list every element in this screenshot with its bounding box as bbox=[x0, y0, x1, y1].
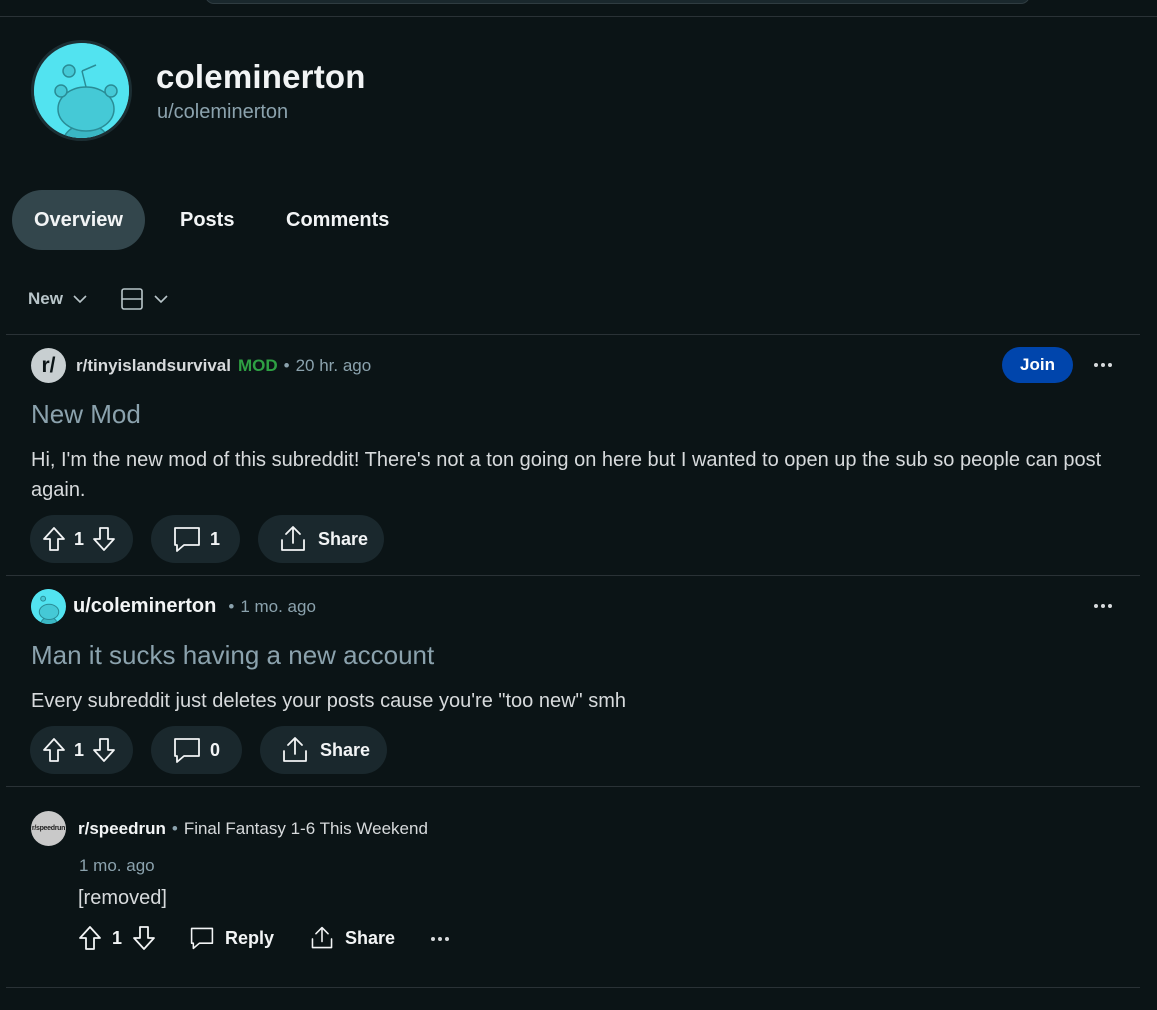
post-body[interactable]: Hi, I'm the new mod of this subreddit! T… bbox=[31, 445, 1111, 505]
profile-display-name: coleminerton bbox=[156, 58, 366, 95]
upvote-icon[interactable] bbox=[78, 925, 102, 951]
share-button[interactable]: Share bbox=[258, 515, 384, 563]
downvote-icon[interactable] bbox=[132, 925, 156, 951]
post-meta: r/ r/tinyislandsurvival MOD • 20 hr. ago bbox=[31, 348, 371, 383]
sort-dropdown[interactable]: New bbox=[28, 286, 87, 312]
upvote-icon[interactable] bbox=[42, 526, 66, 552]
comment-meta: r/speedrun • Final Fantasy 1-6 This Week… bbox=[78, 819, 428, 839]
comments-button[interactable]: 1 bbox=[151, 515, 240, 563]
user-avatar[interactable] bbox=[31, 589, 66, 624]
top-bar bbox=[0, 0, 1157, 17]
comment-count: 1 bbox=[210, 528, 221, 549]
vote-count: 1 bbox=[74, 528, 85, 549]
separator-dot: • bbox=[171, 819, 178, 838]
share-label: Share bbox=[345, 927, 396, 948]
separator-dot: • bbox=[228, 596, 235, 616]
comment-count: 0 bbox=[210, 739, 221, 760]
more-options-icon[interactable] bbox=[1088, 353, 1118, 377]
chevron-down-icon bbox=[154, 294, 168, 303]
share-icon bbox=[281, 526, 305, 551]
comment-bubble-icon bbox=[174, 527, 200, 552]
share-button[interactable]: Share bbox=[309, 925, 395, 951]
post-title[interactable]: Man it sucks having a new account bbox=[31, 640, 434, 671]
post-time: 20 hr. ago bbox=[295, 355, 372, 375]
tab-comments[interactable]: Comments bbox=[264, 190, 411, 250]
share-label: Share bbox=[320, 739, 371, 760]
snoo-avatar-icon bbox=[34, 43, 129, 138]
reply-button[interactable]: Reply bbox=[189, 925, 274, 951]
share-button[interactable]: Share bbox=[260, 726, 387, 774]
author-link[interactable]: u/coleminerton bbox=[73, 595, 216, 618]
upvote-icon[interactable] bbox=[42, 737, 66, 763]
subreddit-link[interactable]: r/speedrun bbox=[78, 819, 166, 839]
downvote-icon[interactable] bbox=[92, 737, 116, 763]
search-bar[interactable] bbox=[205, 0, 1030, 4]
post-time: 1 mo. ago bbox=[240, 596, 316, 616]
subreddit-icon[interactable]: r/speedrun bbox=[31, 811, 66, 846]
vote-count: 1 bbox=[74, 739, 85, 760]
profile-avatar bbox=[31, 40, 132, 141]
view-layout-dropdown[interactable] bbox=[120, 286, 168, 312]
downvote-icon[interactable] bbox=[92, 526, 116, 552]
reply-label: Reply bbox=[225, 927, 275, 948]
divider bbox=[6, 334, 1140, 335]
more-options-icon[interactable] bbox=[425, 927, 455, 951]
divider bbox=[6, 575, 1140, 576]
mod-badge: MOD bbox=[237, 355, 278, 375]
comment-time: 1 mo. ago bbox=[79, 856, 155, 875]
tab-overview[interactable]: Overview bbox=[12, 190, 145, 250]
divider bbox=[6, 987, 1140, 988]
comments-button[interactable]: 0 bbox=[151, 726, 242, 774]
share-icon bbox=[311, 926, 333, 949]
share-icon bbox=[283, 737, 307, 762]
post-title[interactable]: New Mod bbox=[31, 399, 141, 430]
share-label: Share bbox=[318, 528, 369, 549]
chevron-down-icon bbox=[73, 294, 87, 303]
comment-bubble-icon bbox=[174, 738, 200, 763]
comment-vote-control: 1 bbox=[78, 925, 156, 951]
divider bbox=[6, 786, 1140, 787]
subreddit-icon[interactable]: r/ bbox=[31, 348, 66, 383]
vote-count: 1 bbox=[112, 927, 123, 948]
profile-username: u/coleminerton bbox=[157, 101, 289, 123]
post-body[interactable]: Every subreddit just deletes your posts … bbox=[31, 686, 1111, 716]
sort-label: New bbox=[28, 289, 63, 308]
comment-post-title[interactable]: Final Fantasy 1-6 This Weekend bbox=[184, 819, 428, 839]
separator-dot: • bbox=[283, 355, 290, 375]
vote-control: 1 bbox=[30, 726, 133, 774]
card-layout-icon bbox=[121, 288, 143, 310]
tab-posts[interactable]: Posts bbox=[158, 190, 256, 250]
comment-bubble-icon bbox=[190, 927, 214, 950]
join-button[interactable]: Join bbox=[1002, 347, 1073, 383]
snoo-avatar-icon bbox=[31, 589, 66, 624]
comment-text: [removed] bbox=[78, 887, 167, 909]
post-meta: u/coleminerton • 1 mo. ago bbox=[31, 589, 316, 624]
subreddit-link[interactable]: r/tinyislandsurvival bbox=[76, 356, 231, 376]
more-options-icon[interactable] bbox=[1088, 594, 1118, 618]
vote-control: 1 bbox=[30, 515, 133, 563]
